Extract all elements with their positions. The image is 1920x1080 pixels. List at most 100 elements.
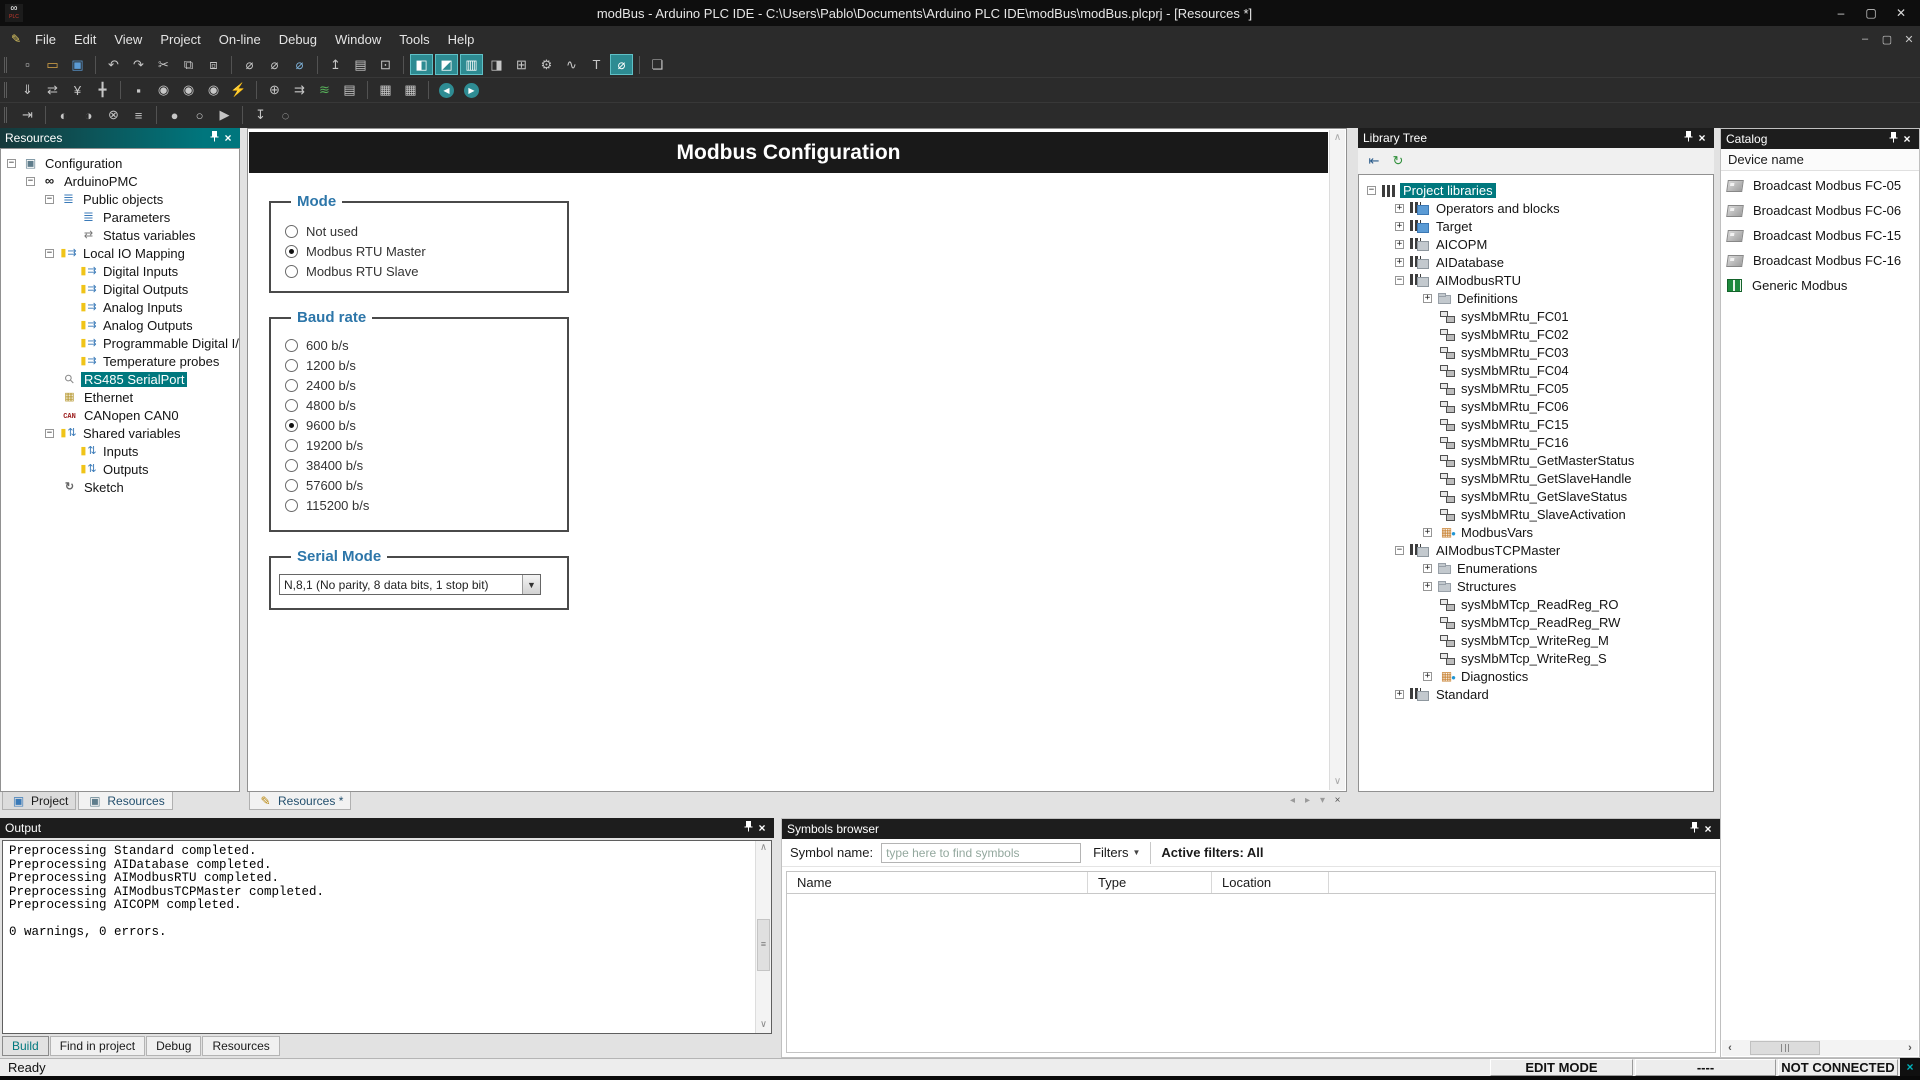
library-item-standard[interactable]: +Standard bbox=[1359, 685, 1713, 703]
navigate-back-icon[interactable]: ◀ bbox=[435, 80, 458, 101]
library-item-aimodbustcpmaster[interactable]: −AIModbusTCPMaster bbox=[1359, 541, 1713, 559]
run-mode-2-icon[interactable]: ◉ bbox=[177, 80, 200, 101]
library-item-target[interactable]: +Target bbox=[1359, 217, 1713, 235]
baud-option-115200-b-s[interactable]: 115200 b/s bbox=[271, 495, 567, 515]
idle-icon[interactable]: ○ bbox=[188, 105, 211, 126]
toggle-trends-icon[interactable]: ∿ bbox=[560, 54, 583, 75]
save-project-icon[interactable]: ▣ bbox=[66, 54, 89, 75]
memory-view-icon[interactable]: ≡ bbox=[127, 105, 150, 126]
library-item-sysmbmrtu-fc01[interactable]: sysMbMRtu_FC01 bbox=[1359, 307, 1713, 325]
library-item-aidatabase[interactable]: +AIDatabase bbox=[1359, 253, 1713, 271]
menu-project[interactable]: Project bbox=[151, 29, 209, 50]
resource-item-arduinopmc[interactable]: −ArduinoPMC bbox=[1, 172, 239, 190]
toggle-symbols-icon[interactable]: ⌀ bbox=[610, 54, 633, 75]
library-item-sysmbmtcp-writereg-s[interactable]: sysMbMTcp_WriteReg_S bbox=[1359, 649, 1713, 667]
library-item-sysmbmrtu-getslavehandle[interactable]: sysMbMRtu_GetSlaveHandle bbox=[1359, 469, 1713, 487]
menu-view[interactable]: View bbox=[105, 29, 151, 50]
maximize-icon[interactable]: ▢ bbox=[1856, 3, 1886, 23]
resource-item-analog-inputs[interactable]: Analog Inputs bbox=[1, 298, 239, 316]
catalog-item-broadcast-modbus-fc-15[interactable]: Broadcast Modbus FC-15 bbox=[1721, 223, 1919, 248]
baud-option-9600-b-s[interactable]: 9600 b/s bbox=[271, 415, 567, 435]
breakpoint-icon[interactable]: ▪ bbox=[127, 80, 150, 101]
baud-option-38400-b-s[interactable]: 38400 b/s bbox=[271, 455, 567, 475]
open-project-icon[interactable]: ▭ bbox=[41, 54, 64, 75]
library-item-sysmbmtcp-writereg-m[interactable]: sysMbMTcp_WriteReg_M bbox=[1359, 631, 1713, 649]
resource-item-programmable-digital-i-o[interactable]: Programmable Digital I/O bbox=[1, 334, 239, 352]
scrollbar-thumb[interactable]: ≡ bbox=[757, 919, 770, 971]
copy-icon[interactable]: ⧉ bbox=[177, 54, 200, 75]
column-header-name[interactable]: Name bbox=[787, 872, 1088, 893]
baud-option-19200-b-s[interactable]: 19200 b/s bbox=[271, 435, 567, 455]
resource-item-ethernet[interactable]: Ethernet bbox=[1, 388, 239, 406]
library-item-aicopm[interactable]: +AICOPM bbox=[1359, 235, 1713, 253]
mode-option-not-used[interactable]: Not used bbox=[271, 221, 567, 241]
redo-icon[interactable]: ↷ bbox=[127, 54, 150, 75]
baud-option-57600-b-s[interactable]: 57600 b/s bbox=[271, 475, 567, 495]
workspace-tab-project[interactable]: Project bbox=[2, 792, 76, 810]
catalog-item-broadcast-modbus-fc-05[interactable]: Broadcast Modbus FC-05 bbox=[1721, 173, 1919, 198]
expander-plus-icon[interactable]: + bbox=[1423, 564, 1432, 573]
resource-item-local-io-mapping[interactable]: −Local IO Mapping bbox=[1, 244, 239, 262]
catalog-horizontal-scrollbar[interactable]: ‹ › bbox=[1722, 1040, 1918, 1056]
toggle-output-icon[interactable]: ◩ bbox=[435, 54, 458, 75]
refresh-libraries-icon[interactable]: ↻ bbox=[1386, 151, 1410, 171]
tab-close-icon[interactable]: × bbox=[1330, 795, 1345, 806]
expander-minus-icon[interactable]: − bbox=[26, 177, 35, 186]
scroll-right-icon[interactable]: › bbox=[1902, 1042, 1918, 1054]
run-mode-1-icon[interactable]: ◉ bbox=[152, 80, 175, 101]
library-item-sysmbmrtu-fc05[interactable]: sysMbMRtu_FC05 bbox=[1359, 379, 1713, 397]
resource-item-shared-variables[interactable]: −Shared variables bbox=[1, 424, 239, 442]
library-item-sysmbmrtu-fc04[interactable]: sysMbMRtu_FC04 bbox=[1359, 361, 1713, 379]
online-step-icon[interactable]: ◑ bbox=[77, 105, 100, 126]
print-preview-icon[interactable]: ⊡ bbox=[374, 54, 397, 75]
menu-help[interactable]: Help bbox=[439, 29, 484, 50]
new-window-icon[interactable]: ❏ bbox=[646, 54, 669, 75]
expander-minus-icon[interactable]: − bbox=[1395, 276, 1404, 285]
add-object-icon[interactable]: ↥ bbox=[324, 54, 347, 75]
scroll-left-icon[interactable]: ‹ bbox=[1722, 1042, 1738, 1054]
pin-icon[interactable] bbox=[1687, 822, 1701, 836]
toolbar-grip[interactable] bbox=[4, 82, 10, 98]
menu-debug[interactable]: Debug bbox=[270, 29, 326, 50]
column-header-type[interactable]: Type bbox=[1088, 872, 1212, 893]
expander-plus-icon[interactable]: + bbox=[1423, 672, 1432, 681]
filters-button[interactable]: Filters ▼ bbox=[1093, 845, 1140, 860]
minimize-icon[interactable]: – bbox=[1826, 3, 1856, 23]
library-item-sysmbmtcp-readreg-rw[interactable]: sysMbMTcp_ReadReg_RW bbox=[1359, 613, 1713, 631]
pin-icon[interactable] bbox=[1886, 132, 1900, 146]
watch-window-icon[interactable]: ⇉ bbox=[288, 80, 311, 101]
close-icon[interactable]: ✕ bbox=[1886, 3, 1916, 23]
library-item-sysmbmrtu-fc03[interactable]: sysMbMRtu_FC03 bbox=[1359, 343, 1713, 361]
resource-item-public-objects[interactable]: −Public objects bbox=[1, 190, 239, 208]
scroll-up-icon[interactable]: ∧ bbox=[756, 841, 771, 856]
library-item-sysmbmrtu-fc15[interactable]: sysMbMRtu_FC15 bbox=[1359, 415, 1713, 433]
connect-to-target-icon[interactable]: ⇥ bbox=[16, 105, 39, 126]
resource-item-inputs[interactable]: Inputs bbox=[1, 442, 239, 460]
tab-resources-editor[interactable]: Resources * bbox=[249, 792, 351, 810]
library-item-modbusvars[interactable]: +ModbusVars bbox=[1359, 523, 1713, 541]
web-monitor-icon[interactable]: ⊕ bbox=[263, 80, 286, 101]
library-item-sysmbmrtu-fc02[interactable]: sysMbMRtu_FC02 bbox=[1359, 325, 1713, 343]
baud-option-1200-b-s[interactable]: 1200 b/s bbox=[271, 355, 567, 375]
toggle-workspace-icon[interactable]: ◧ bbox=[410, 54, 433, 75]
toggle-properties-icon[interactable]: ⚙ bbox=[535, 54, 558, 75]
document-close-icon[interactable]: ✕ bbox=[1898, 33, 1920, 46]
device-name-column-header[interactable]: Device name bbox=[1721, 149, 1919, 171]
live-debug-icon[interactable]: ≋ bbox=[313, 80, 336, 101]
library-item-structures[interactable]: +Structures bbox=[1359, 577, 1713, 595]
library-item-project-libraries[interactable]: −Project libraries bbox=[1359, 181, 1713, 199]
scroll-down-icon[interactable]: ∨ bbox=[756, 1018, 771, 1033]
menu-on-line[interactable]: On-line bbox=[210, 29, 270, 50]
library-item-enumerations[interactable]: +Enumerations bbox=[1359, 559, 1713, 577]
print-icon[interactable]: ▤ bbox=[349, 54, 372, 75]
library-item-sysmbmrtu-getmasterstatus[interactable]: sysMbMRtu_GetMasterStatus bbox=[1359, 451, 1713, 469]
column-header-location[interactable]: Location bbox=[1212, 872, 1329, 893]
toggle-watch-icon[interactable]: ◨ bbox=[485, 54, 508, 75]
close-icon[interactable]: × bbox=[1900, 132, 1914, 146]
baud-option-4800-b-s[interactable]: 4800 b/s bbox=[271, 395, 567, 415]
resource-item-analog-outputs[interactable]: Analog Outputs bbox=[1, 316, 239, 334]
chevron-down-icon[interactable]: ▼ bbox=[522, 575, 540, 594]
expander-minus-icon[interactable]: − bbox=[45, 429, 54, 438]
grid-options-icon[interactable]: ▦ bbox=[399, 80, 422, 101]
notification-close-icon[interactable]: × bbox=[1900, 1058, 1920, 1076]
